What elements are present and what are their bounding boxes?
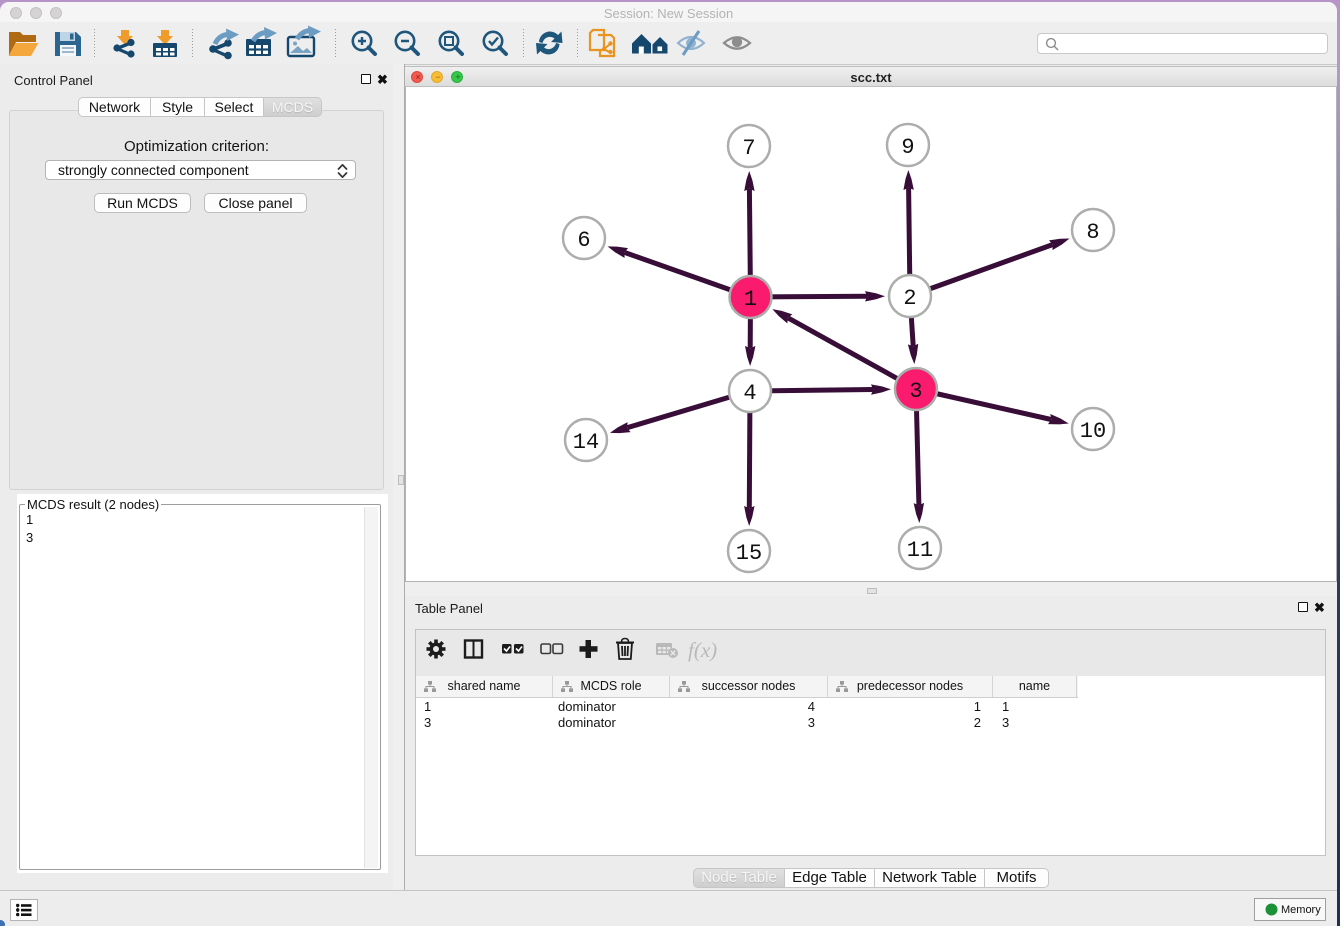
svg-text:4: 4 xyxy=(743,381,756,406)
svg-text:6: 6 xyxy=(577,228,590,253)
svg-text:15: 15 xyxy=(736,541,762,566)
svg-text:8: 8 xyxy=(1086,220,1099,245)
svg-text:2: 2 xyxy=(903,286,916,311)
svg-text:1: 1 xyxy=(744,287,757,312)
svg-text:3: 3 xyxy=(909,379,922,404)
svg-text:14: 14 xyxy=(573,430,599,455)
svg-text:7: 7 xyxy=(742,136,755,161)
svg-text:f(x): f(x) xyxy=(688,638,717,662)
svg-text:9: 9 xyxy=(901,135,914,160)
svg-text:11: 11 xyxy=(907,538,933,563)
svg-text:10: 10 xyxy=(1080,419,1106,444)
